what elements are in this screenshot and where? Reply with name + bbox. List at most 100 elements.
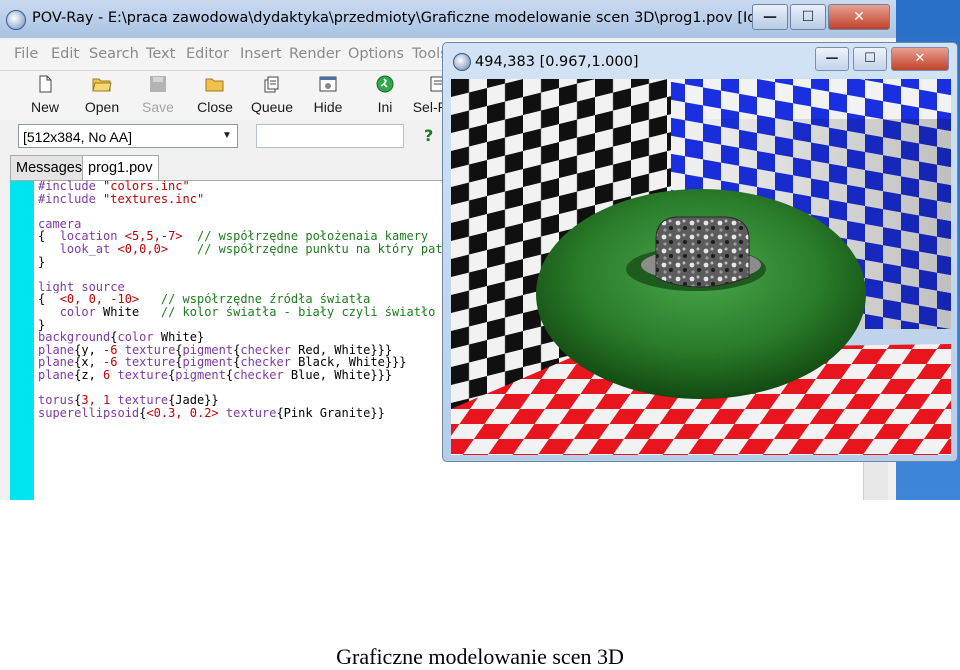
code-line[interactable] [38, 205, 458, 218]
menu-insert[interactable]: Insert [240, 46, 282, 62]
code-line[interactable]: { location <5,5,-7> // współrzędne położ… [38, 230, 458, 243]
code-token: color [117, 331, 161, 344]
code-token: { [38, 230, 60, 243]
code-token: pigment [182, 343, 234, 357]
code-line[interactable]: plane{y, -6 texture{pigment{checker Red,… [38, 344, 458, 357]
code-token: 6 [103, 368, 118, 382]
code-token: plane [38, 343, 75, 357]
code-line[interactable]: } [38, 256, 458, 269]
code-line[interactable]: color White // kolor światła - biały czy… [38, 306, 458, 319]
code-line[interactable]: torus{3, 1 texture{Jade}} [38, 394, 458, 407]
code-token: "textures.inc" [103, 192, 205, 206]
code-line[interactable]: plane{z, 6 texture{pigment{checker Blue,… [38, 369, 458, 382]
code-line[interactable]: #include "colors.inc" [38, 180, 458, 193]
menu-edit[interactable]: Edit [51, 46, 79, 62]
editor-gutter [10, 181, 34, 500]
code-token: { [38, 293, 60, 306]
rendered-scene-image [451, 79, 951, 455]
open-folder-icon [92, 78, 112, 92]
code-token: pigment [175, 368, 226, 382]
menu-render[interactable]: Render [289, 46, 341, 62]
maximize-button[interactable]: ☐ [790, 4, 826, 30]
code-token: background [38, 331, 111, 344]
menu-options[interactable]: Options [348, 46, 404, 62]
menu-editor[interactable]: Editor [186, 46, 229, 62]
code-token: } [38, 318, 46, 332]
code-token: { [175, 356, 183, 369]
code-token: {Pink_Granite}} [276, 406, 385, 420]
code-token: texture [117, 368, 169, 382]
resolution-select[interactable]: [512x384, No AA] ▼ [18, 124, 238, 148]
minimize-button[interactable]: — [752, 4, 788, 30]
render-minimize-button[interactable]: — [815, 47, 849, 71]
code-token: light_source [38, 280, 125, 294]
code-token: checker [240, 343, 299, 357]
menu-text[interactable]: Text [146, 46, 175, 62]
open-button[interactable]: Open [74, 73, 130, 119]
render-close-button[interactable]: ✕ [891, 47, 949, 71]
code-token: <0, 0, -10> [59, 293, 140, 306]
hide-window-icon [319, 76, 337, 92]
ini-label: Ini [377, 99, 393, 115]
code-line[interactable] [38, 382, 458, 395]
resolution-value: [512x384, No AA] [23, 129, 132, 145]
code-line[interactable]: camera [38, 218, 458, 231]
code-token: look_at [59, 242, 118, 256]
code-token: {z, [74, 368, 104, 382]
code-token: {y, [74, 343, 104, 357]
ini-running-man-icon [376, 75, 394, 93]
slide-caption: Graficzne modelowanie scen 3D [336, 644, 624, 669]
hide-button[interactable]: Hide [300, 73, 356, 119]
menu-search[interactable]: Search [89, 46, 139, 62]
code-token: #include [38, 180, 104, 193]
render-window[interactable]: 494,383 [0.967,1.000] — ☐ ✕ [442, 42, 958, 462]
code-token: texture [124, 343, 176, 357]
command-line-input[interactable] [256, 124, 404, 148]
save-button[interactable]: Save [130, 73, 186, 119]
code-line[interactable]: superellipsoid{<0.3, 0.2> texture{Pink_G… [38, 407, 458, 420]
code-line[interactable]: #include "textures.inc" [38, 193, 458, 206]
code-token: {Jade}} [168, 394, 219, 407]
code-token: // współrzędne punktu na który patrzy ka… [196, 242, 458, 256]
code-line[interactable]: light_source [38, 281, 458, 294]
tab-prog1-pov[interactable]: prog1.pov [82, 155, 159, 182]
code-token: Blue, White}}} [290, 368, 393, 382]
close-file-button[interactable]: Close [187, 73, 243, 119]
code-line[interactable]: plane{x, -6 texture{pigment{checker Blac… [38, 356, 458, 369]
code-token: {x, [74, 356, 104, 369]
ini-button[interactable]: Ini [357, 73, 413, 119]
code-content[interactable]: #include "colors.inc" #include "textures.… [38, 180, 458, 419]
code-line[interactable]: background{color White} [38, 331, 458, 344]
tab-messages[interactable]: Messages [10, 155, 89, 180]
close-label: Close [197, 99, 233, 115]
chevron-down-icon[interactable]: ▼ [217, 125, 237, 147]
code-line[interactable]: } [38, 319, 458, 332]
render-maximize-button[interactable]: ☐ [853, 47, 887, 71]
close-folder-icon [205, 78, 224, 92]
code-line[interactable] [38, 268, 458, 281]
code-token: // współrzędne położenaia kamery [196, 230, 429, 243]
code-token: } [38, 255, 46, 269]
code-token: <0,0,0> [117, 242, 169, 256]
code-token: <5,5,-7> [124, 230, 183, 243]
povray-app-icon[interactable] [6, 10, 26, 30]
render-window-icon[interactable] [453, 53, 471, 71]
close-button[interactable]: ✕ [828, 4, 890, 30]
code-token: -6 [103, 343, 125, 357]
menu-file[interactable]: File [14, 46, 38, 62]
help-icon[interactable]: ? [424, 126, 433, 145]
code-token: 3, 1 [81, 394, 118, 407]
queue-button[interactable]: Queue [244, 73, 300, 119]
code-token: checker [233, 368, 291, 382]
code-line[interactable]: look_at <0,0,0> // współrzędne punktu na… [38, 243, 458, 256]
new-button[interactable]: New [17, 73, 73, 119]
open-label: Open [84, 99, 120, 115]
code-line[interactable]: { <0, 0, -10> // współrzędne źródła świa… [38, 293, 458, 306]
save-disk-icon [150, 76, 166, 92]
title-bar[interactable]: POV-Ray - E:\praca zawodowa\dydaktyka\pr… [0, 0, 896, 38]
